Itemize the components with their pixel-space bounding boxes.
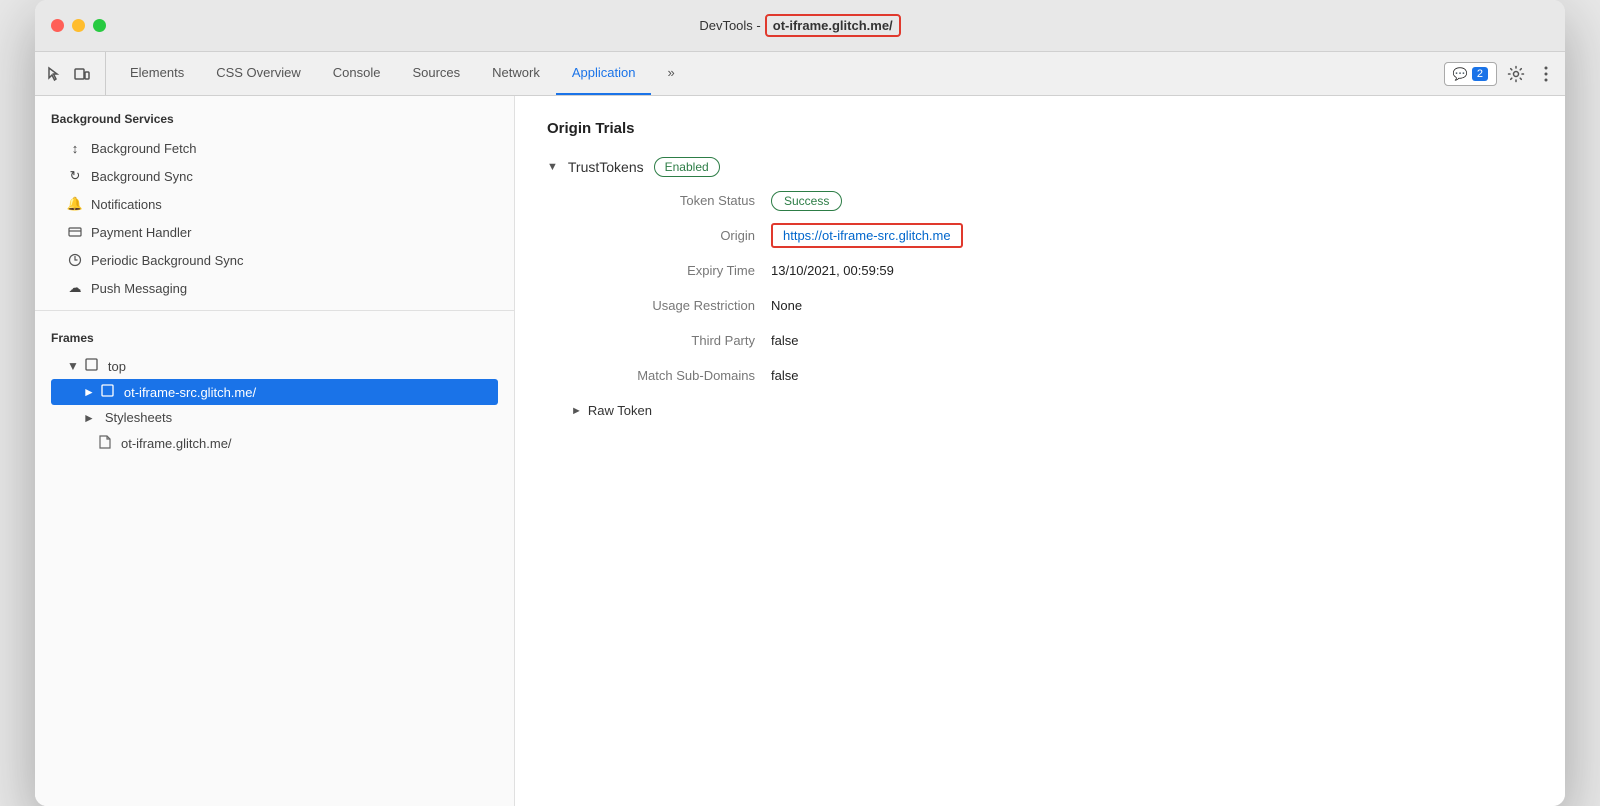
page-title: Origin Trials bbox=[547, 120, 1533, 137]
field-value-usage-restriction: None bbox=[771, 298, 802, 313]
frame-box-icon bbox=[85, 358, 98, 374]
field-label: Match Sub-Domains bbox=[571, 368, 771, 383]
payment-handler-icon bbox=[67, 224, 83, 240]
trial-name: TrustTokens bbox=[568, 159, 644, 175]
traffic-lights bbox=[51, 19, 106, 32]
frame-label: ot-iframe-src.glitch.me/ bbox=[124, 385, 256, 400]
fields-table: Token Status Success Origin https://ot-i… bbox=[571, 193, 1533, 383]
chevron-down-icon: ▼ bbox=[67, 359, 79, 373]
minimize-button[interactable] bbox=[72, 19, 85, 32]
sidebar: Background Services ↕ Background Fetch ↻… bbox=[35, 96, 515, 806]
maximize-button[interactable] bbox=[93, 19, 106, 32]
frame-label: Stylesheets bbox=[105, 410, 172, 425]
field-row-token-status: Token Status Success bbox=[571, 193, 1533, 208]
field-label: Expiry Time bbox=[571, 263, 771, 278]
chevron-right-icon: ► bbox=[83, 411, 95, 425]
sidebar-item-label: Notifications bbox=[91, 197, 162, 212]
periodic-sync-icon bbox=[67, 252, 83, 268]
frame-item-stylesheets[interactable]: ► Stylesheets bbox=[51, 405, 498, 430]
enabled-badge: Enabled bbox=[654, 157, 720, 177]
message-count: 2 bbox=[1472, 67, 1488, 81]
sidebar-item-label: Payment Handler bbox=[91, 225, 191, 240]
devtools-window: DevTools - ot-iframe.glitch.me/ Elements bbox=[35, 0, 1565, 806]
field-label: Origin bbox=[571, 228, 771, 243]
field-row-origin: Origin https://ot-iframe-src.glitch.me bbox=[571, 228, 1533, 243]
sidebar-item-payment-handler[interactable]: Payment Handler bbox=[35, 218, 514, 246]
push-messaging-icon: ☁ bbox=[67, 280, 83, 296]
tab-elements[interactable]: Elements bbox=[114, 52, 200, 95]
frame-label: ot-iframe.glitch.me/ bbox=[121, 436, 232, 451]
tab-more[interactable]: » bbox=[651, 52, 690, 95]
responsive-icon[interactable] bbox=[71, 63, 93, 85]
field-row-usage-restriction: Usage Restriction None bbox=[571, 298, 1533, 313]
titlebar-prefix: DevTools - bbox=[699, 18, 760, 33]
settings-icon[interactable] bbox=[1505, 63, 1527, 85]
frame-label: top bbox=[108, 359, 126, 374]
trial-section: ▼ TrustTokens Enabled Token Status Succe… bbox=[547, 157, 1533, 418]
frame-box-icon bbox=[101, 384, 114, 400]
sidebar-item-background-fetch[interactable]: ↕ Background Fetch bbox=[35, 134, 514, 162]
sidebar-item-push-messaging[interactable]: ☁ Push Messaging bbox=[35, 274, 514, 302]
field-value-match-sub-domains: false bbox=[771, 368, 798, 383]
frame-item-top[interactable]: ▼ top bbox=[51, 353, 498, 379]
field-row-third-party: Third Party false bbox=[571, 333, 1533, 348]
background-fetch-icon: ↕ bbox=[67, 140, 83, 156]
field-label: Token Status bbox=[571, 193, 771, 208]
background-sync-icon: ↻ bbox=[67, 168, 83, 184]
background-services-header: Background Services bbox=[35, 96, 514, 134]
main-content: Background Services ↕ Background Fetch ↻… bbox=[35, 96, 1565, 806]
sidebar-item-notifications[interactable]: 🔔 Notifications bbox=[35, 190, 514, 218]
field-value-expiry: 13/10/2021, 00:59:59 bbox=[771, 263, 894, 278]
messages-button[interactable]: 💬 2 bbox=[1444, 62, 1497, 86]
trial-header: ▼ TrustTokens Enabled bbox=[547, 157, 1533, 177]
sidebar-item-periodic-background-sync[interactable]: Periodic Background Sync bbox=[35, 246, 514, 274]
field-value-origin: https://ot-iframe-src.glitch.me bbox=[771, 228, 963, 243]
frame-item-ot-iframe-src[interactable]: ► ot-iframe-src.glitch.me/ bbox=[51, 379, 498, 405]
toolbar-right: 💬 2 bbox=[1444, 52, 1557, 95]
titlebar-text: DevTools - ot-iframe.glitch.me/ bbox=[699, 14, 900, 37]
frames-section: Frames ▼ top ► ot-iframe-src.glitch.me/ bbox=[35, 319, 514, 465]
close-button[interactable] bbox=[51, 19, 64, 32]
tab-application[interactable]: Application bbox=[556, 52, 652, 95]
chevron-down-icon[interactable]: ▼ bbox=[547, 161, 558, 173]
toolbar-left-icons bbox=[43, 52, 106, 95]
file-icon bbox=[99, 435, 111, 452]
field-label: Third Party bbox=[571, 333, 771, 348]
sidebar-item-label: Background Sync bbox=[91, 169, 193, 184]
tab-css-overview[interactable]: CSS Overview bbox=[200, 52, 317, 95]
sidebar-divider bbox=[35, 310, 514, 311]
raw-token-row[interactable]: ► Raw Token bbox=[571, 403, 1533, 418]
message-icon: 💬 bbox=[1453, 67, 1468, 81]
field-row-expiry-time: Expiry Time 13/10/2021, 00:59:59 bbox=[571, 263, 1533, 278]
titlebar-url: ot-iframe.glitch.me/ bbox=[765, 14, 901, 37]
tab-sources[interactable]: Sources bbox=[396, 52, 476, 95]
tab-console[interactable]: Console bbox=[317, 52, 397, 95]
sidebar-item-background-sync[interactable]: ↻ Background Sync bbox=[35, 162, 514, 190]
origin-url[interactable]: https://ot-iframe-src.glitch.me bbox=[771, 223, 963, 248]
field-label: Usage Restriction bbox=[571, 298, 771, 313]
more-options-icon[interactable] bbox=[1535, 63, 1557, 85]
toolbar-tabs: Elements CSS Overview Console Sources Ne… bbox=[114, 52, 1444, 95]
raw-token-label: Raw Token bbox=[588, 403, 652, 418]
frame-item-ot-iframe-glitch[interactable]: ot-iframe.glitch.me/ bbox=[51, 430, 498, 457]
sidebar-item-label: Periodic Background Sync bbox=[91, 253, 243, 268]
content-panel: Origin Trials ▼ TrustTokens Enabled Toke… bbox=[515, 96, 1565, 806]
frames-header: Frames bbox=[51, 331, 498, 345]
tab-network[interactable]: Network bbox=[476, 52, 556, 95]
success-badge: Success bbox=[771, 191, 842, 211]
notifications-icon: 🔔 bbox=[67, 196, 83, 212]
field-value-third-party: false bbox=[771, 333, 798, 348]
chevron-right-icon: ► bbox=[571, 405, 582, 417]
sidebar-item-label: Push Messaging bbox=[91, 281, 187, 296]
toolbar: Elements CSS Overview Console Sources Ne… bbox=[35, 52, 1565, 96]
chevron-right-icon: ► bbox=[83, 385, 95, 399]
sidebar-item-label: Background Fetch bbox=[91, 141, 197, 156]
field-row-match-sub-domains: Match Sub-Domains false bbox=[571, 368, 1533, 383]
titlebar: DevTools - ot-iframe.glitch.me/ bbox=[35, 0, 1565, 52]
field-value-token-status: Success bbox=[771, 193, 842, 208]
cursor-icon[interactable] bbox=[43, 63, 65, 85]
